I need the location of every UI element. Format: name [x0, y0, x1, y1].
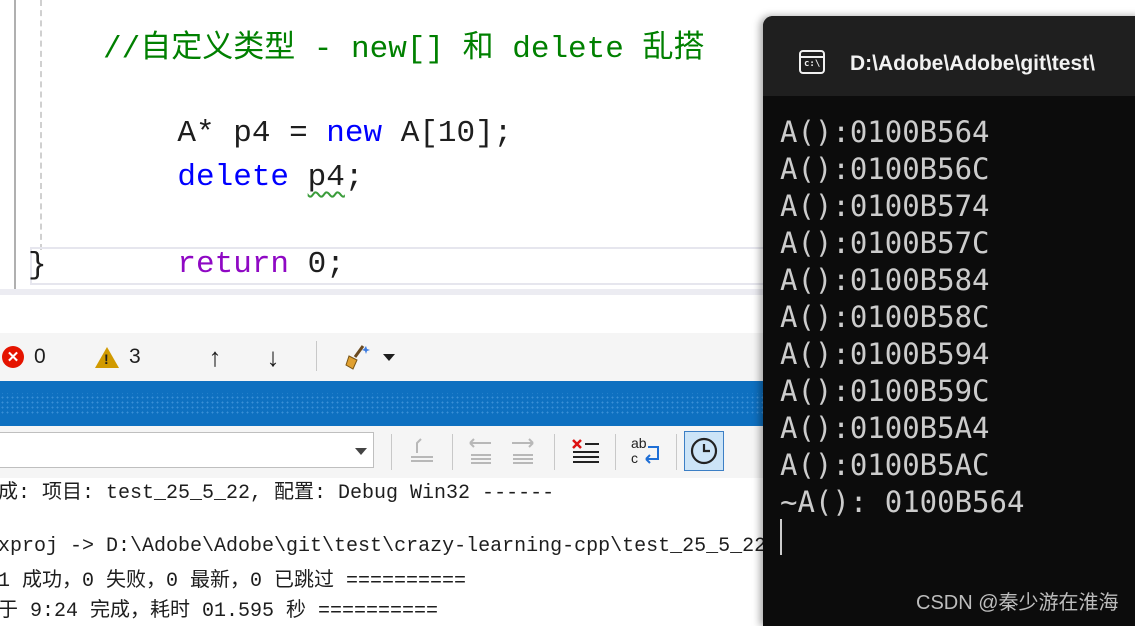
output-text-area[interactable]: 成: 项目: test_25_5_22, 配置: Debug Win32 ---…	[0, 478, 778, 623]
word-wrap-icon[interactable]: ab c	[626, 432, 664, 470]
toolbar-divider	[676, 434, 677, 470]
code-comment: //自定义类型 - new[] 和 delete 乱搭	[103, 32, 705, 67]
indent-guide-dashed	[40, 0, 42, 250]
toolbar-divider	[391, 434, 392, 470]
output-panel-header[interactable]	[0, 381, 765, 426]
output-source-select[interactable]	[0, 432, 374, 468]
svg-text:ab: ab	[631, 435, 647, 451]
output-line: 1 成功，0 失败，0 最新，0 已跳过 ==========	[0, 570, 467, 593]
console-line: ~A(): 0100B564	[780, 485, 1025, 519]
output-toolbar: ab c	[0, 426, 765, 478]
console-line: A():0100B574	[780, 189, 990, 223]
code-var-warning[interactable]: p4	[308, 160, 345, 195]
warning-filter-button[interactable]: ! 3	[95, 343, 141, 371]
error-filter-button[interactable]: ✕ 0	[2, 343, 46, 371]
dropdown-icon[interactable]	[374, 341, 404, 373]
arrow-up-icon[interactable]: ↑	[200, 341, 230, 373]
next-message-icon[interactable]	[504, 432, 542, 470]
console-line: A():0100B5A4	[780, 411, 990, 445]
error-list-toolbar: ✕ 0 ! 3 ↑ ↓	[0, 333, 765, 381]
console-line: A():0100B5AC	[780, 448, 990, 482]
current-line-highlight	[30, 247, 765, 285]
broom-icon[interactable]	[342, 341, 372, 373]
indent-guide	[14, 0, 16, 290]
prev-message-icon[interactable]	[462, 432, 500, 470]
console-line: A():0100B564	[780, 115, 990, 149]
toolbar-divider	[452, 434, 453, 470]
output-line: 于 9:24 完成，耗时 01.595 秒 ==========	[0, 600, 439, 623]
code-rest: A[10];	[400, 116, 513, 151]
clear-all-icon[interactable]	[566, 432, 604, 470]
horizontal-scrollbar[interactable]	[0, 289, 765, 295]
error-icon: ✕	[2, 346, 24, 368]
clock-icon[interactable]	[684, 431, 724, 471]
error-count: 0	[34, 345, 46, 368]
chevron-down-icon	[355, 448, 367, 455]
code-editor[interactable]: //自定义类型 - new[] 和 delete 乱搭 A* p4 = new …	[0, 0, 765, 333]
console-line: A():0100B58C	[780, 300, 990, 334]
terminal-icon: c:\	[799, 50, 825, 74]
arrow-down-icon[interactable]: ↓	[258, 341, 288, 373]
watermark: CSDN @秦少游在淮海	[916, 592, 1119, 614]
code-semicolon: ;	[344, 160, 364, 195]
toolbar-divider	[615, 434, 616, 470]
warning-icon: !	[95, 346, 119, 368]
console-title: D:\Adobe\Adobe\git\test\	[850, 52, 1095, 75]
console-line: A():0100B59C	[780, 374, 990, 408]
keyword-delete: delete	[177, 160, 290, 195]
output-line: xproj -> D:\Adobe\Adobe\git\test\crazy-l…	[0, 535, 779, 558]
code-closing-brace: }	[28, 248, 47, 283]
console-line: A():0100B57C	[780, 226, 990, 260]
console-title-bar[interactable]: c:\ D:\Adobe\Adobe\git\test\	[763, 16, 1135, 96]
warning-count: 3	[129, 345, 141, 368]
console-line: A():0100B56C	[780, 152, 990, 186]
console-cursor	[780, 519, 782, 555]
console-line: A():0100B594	[780, 337, 990, 371]
toolbar-divider	[316, 341, 317, 371]
svg-text:c: c	[631, 450, 638, 466]
goto-line-icon[interactable]	[402, 432, 440, 470]
console-line: A():0100B584	[780, 263, 990, 297]
toolbar-divider	[554, 434, 555, 470]
console-output: A():0100B564 A():0100B56C A():0100B574 A…	[780, 114, 1024, 521]
console-window[interactable]: c:\ D:\Adobe\Adobe\git\test\ A():0100B56…	[763, 16, 1135, 626]
output-line: 成: 项目: test_25_5_22, 配置: Debug Win32 ---…	[0, 482, 555, 505]
